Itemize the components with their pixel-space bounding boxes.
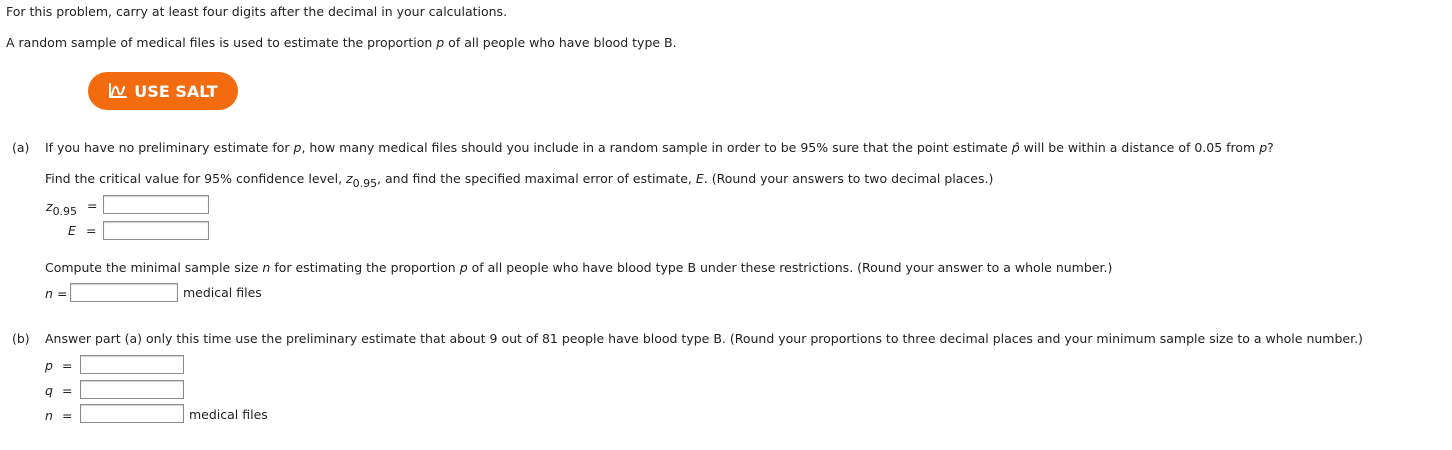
E-label: E bbox=[68, 223, 76, 238]
part-a-var-p-2: p bbox=[1259, 140, 1268, 155]
part-a-compute: Compute the minimal sample size n for es… bbox=[45, 260, 1112, 275]
part-a-instruction-text-1: Find the critical value for 95% confiden… bbox=[45, 171, 347, 186]
part-a-question-text-4: ? bbox=[1267, 140, 1274, 155]
z-label: z0.95 bbox=[46, 199, 77, 218]
part-b-n-label: n bbox=[45, 408, 53, 423]
part-a-question-text-1: If you have no preliminary estimate for bbox=[45, 140, 294, 155]
part-a-question-text-3: will be within a distance of 0.05 from bbox=[1019, 140, 1260, 155]
intro-var-p: p bbox=[436, 35, 445, 50]
part-a-question-text-2: , how many medical files should you incl… bbox=[301, 140, 1012, 155]
intro-text-after: of all people who have blood type B. bbox=[444, 35, 677, 50]
use-salt-label: USE SALT bbox=[134, 81, 218, 101]
z-equals: = bbox=[87, 198, 98, 213]
part-a-compute-text-2: for estimating the proportion bbox=[270, 260, 460, 275]
part-b-question: Answer part (a) only this time use the p… bbox=[45, 331, 1363, 346]
part-a-instruction-text-2: , and find the specified maximal error o… bbox=[377, 171, 696, 186]
use-salt-button[interactable]: USE SALT bbox=[88, 72, 238, 110]
intro-text-before: A random sample of medical files is used… bbox=[6, 35, 437, 50]
part-b-p-equals: = bbox=[62, 358, 73, 373]
part-a-compute-text-1: Compute the minimal sample size bbox=[45, 260, 263, 275]
part-a-instruction: Find the critical value for 95% confiden… bbox=[45, 171, 994, 190]
intro-line-1: For this problem, carry at least four di… bbox=[6, 4, 508, 19]
z-label-var: z bbox=[46, 199, 53, 214]
part-a-n-unit: medical files bbox=[183, 285, 262, 300]
part-a-sample-size-input[interactable] bbox=[70, 283, 178, 302]
z-label-sub: 0.95 bbox=[52, 205, 78, 218]
part-a-question: If you have no preliminary estimate for … bbox=[45, 140, 1274, 155]
part-a-label: (a) bbox=[12, 140, 30, 155]
part-b-q-input[interactable] bbox=[80, 380, 184, 399]
part-a-compute-text-3: of all people who have blood type B unde… bbox=[467, 260, 1113, 275]
E-equals: = bbox=[86, 223, 97, 238]
part-a-n-equals: = bbox=[57, 286, 68, 301]
part-b-p-input[interactable] bbox=[80, 355, 184, 374]
max-error-input[interactable] bbox=[103, 221, 209, 240]
part-a-var-phat: p̂ bbox=[1011, 140, 1020, 155]
part-b-q-label: q bbox=[45, 383, 53, 398]
part-b-q-equals: = bbox=[62, 383, 73, 398]
part-b-p-label: p bbox=[45, 358, 53, 373]
z-critical-value-input[interactable] bbox=[103, 195, 209, 214]
part-b-label: (b) bbox=[12, 331, 30, 346]
part-a-n-label: n bbox=[45, 286, 53, 301]
part-a-instruction-text-3: . (Round your answers to two decimal pla… bbox=[703, 171, 994, 186]
salt-icon bbox=[109, 83, 128, 98]
part-b-n-equals: = bbox=[62, 408, 73, 423]
part-b-n-unit: medical files bbox=[189, 407, 268, 422]
part-a-instruction-E: E bbox=[695, 171, 704, 186]
part-a-instruction-z: z bbox=[346, 171, 353, 186]
intro-line-2: A random sample of medical files is used… bbox=[6, 35, 677, 50]
part-a-compute-p: p bbox=[459, 260, 468, 275]
part-a-instruction-z-sub: 0.95 bbox=[352, 177, 378, 190]
part-b-sample-size-input[interactable] bbox=[80, 404, 184, 423]
